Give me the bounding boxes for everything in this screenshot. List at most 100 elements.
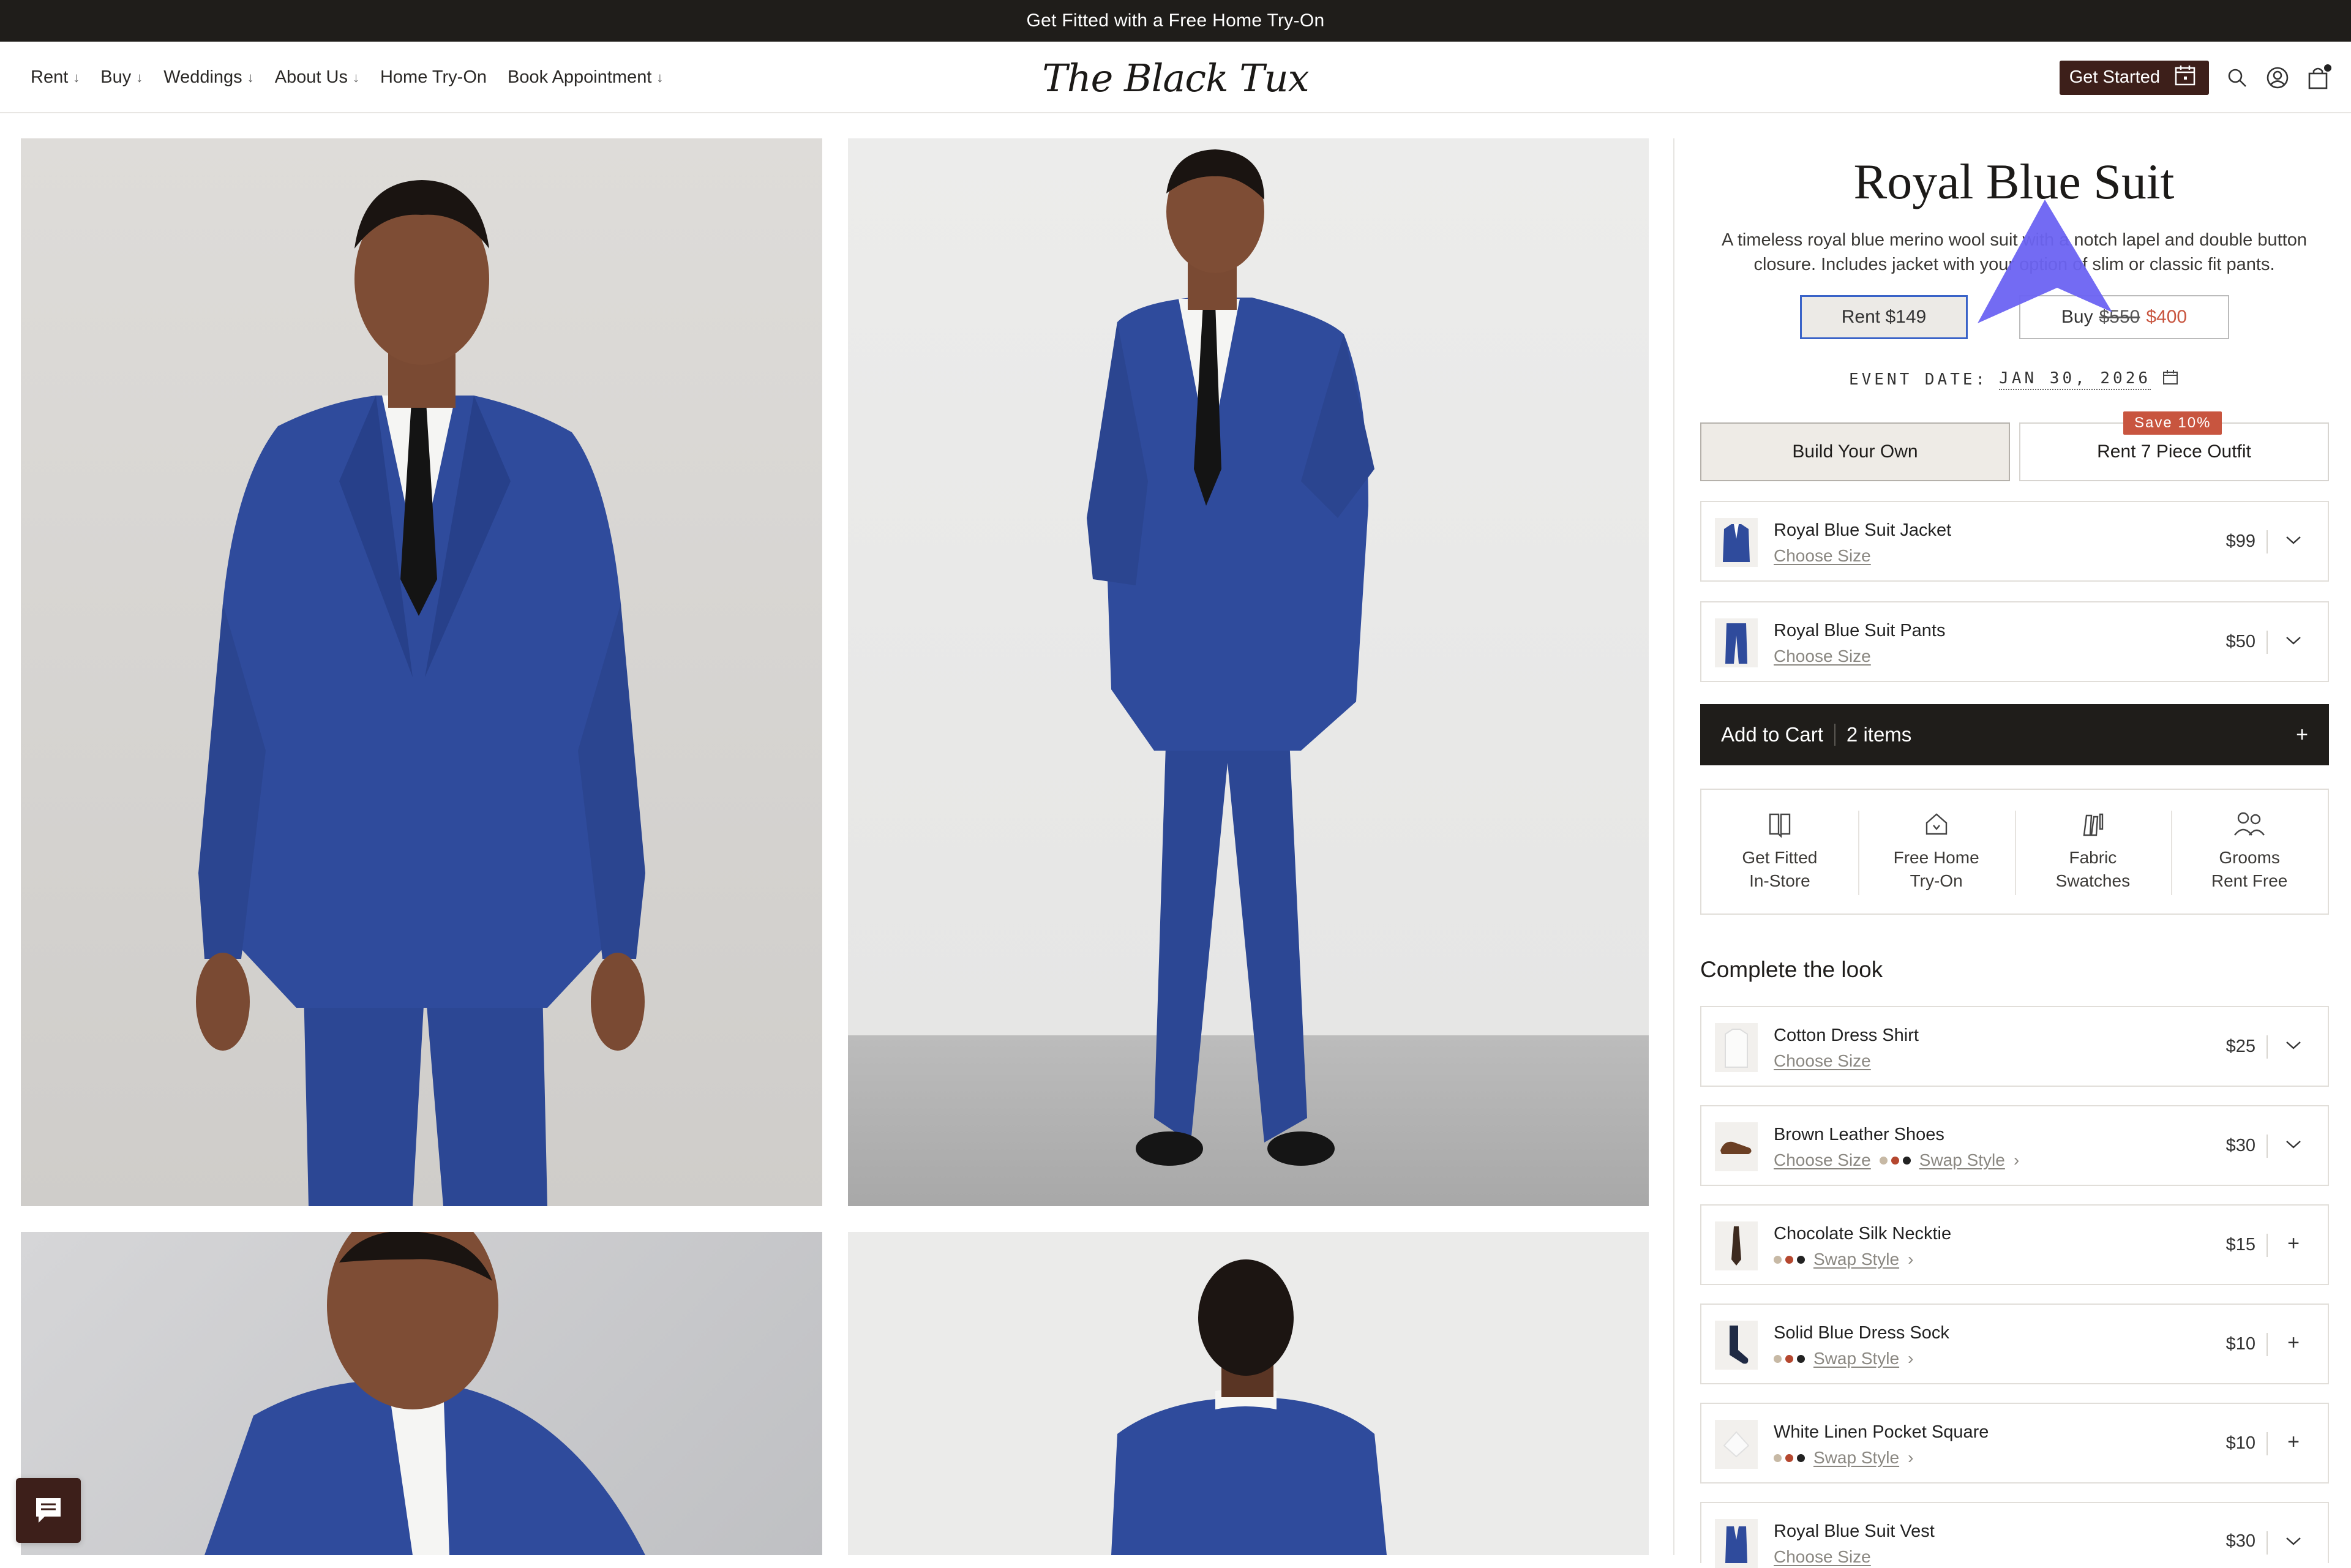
- rent-option-button[interactable]: Rent $149: [1800, 295, 1968, 339]
- choose-size-link[interactable]: Choose Size: [1774, 1547, 1871, 1567]
- item-name: Royal Blue Suit Pants: [1774, 621, 1946, 640]
- plus-icon[interactable]: +: [2280, 1230, 2307, 1257]
- item-sub: Choose Size: [1774, 546, 1871, 566]
- look-item-leather-shoes[interactable]: Brown Leather Shoes Choose Size Swap Sty…: [1700, 1105, 2329, 1186]
- item-divider: [2267, 530, 2268, 553]
- outfit-item-jacket[interactable]: Royal Blue Suit Jacket Choose Size $99: [1700, 501, 2329, 582]
- item-name: Brown Leather Shoes: [1774, 1125, 1944, 1144]
- chevron-down-icon: ↓: [247, 69, 254, 85]
- outfit-item-pants[interactable]: Royal Blue Suit Pants Choose Size $50: [1700, 601, 2329, 682]
- chevron-down-icon: ↓: [73, 69, 80, 85]
- announcement-bar[interactable]: Get Fitted with a Free Home Try-On: [0, 0, 2351, 42]
- chevron-down-icon: ↓: [352, 69, 359, 85]
- chevron-down-icon[interactable]: [2280, 1528, 2307, 1555]
- item-divider: [2267, 631, 2268, 654]
- chevron-down-icon[interactable]: [2280, 1131, 2307, 1158]
- item-price: $15: [2225, 1235, 2255, 1255]
- pocket-square-thumbnail: [1715, 1420, 1758, 1469]
- item-price: $10: [2225, 1334, 2255, 1354]
- shoes-thumbnail: [1715, 1122, 1758, 1171]
- item-divider: [2267, 1432, 2268, 1455]
- perk-line: Get Fitted: [1742, 848, 1818, 867]
- buy-sale-price: $400: [2146, 307, 2188, 327]
- nav-buy[interactable]: Buy ↓: [100, 67, 143, 88]
- mouse-cursor: [1978, 200, 2112, 323]
- look-item-dress-sock[interactable]: Solid Blue Dress Sock Swap Style › $10 +: [1700, 1304, 2329, 1384]
- home-icon: [1925, 813, 1947, 835]
- item-sub: Choose Size: [1774, 647, 1871, 666]
- calendar-edit-icon[interactable]: [2162, 369, 2179, 390]
- item-divider: [2267, 1135, 2268, 1158]
- nav-label: Weddings: [163, 67, 242, 87]
- product-photo-closeup[interactable]: [21, 1232, 822, 1555]
- perk-get-fitted[interactable]: Get Fitted In-Store: [1701, 790, 1858, 913]
- item-sub: Swap Style ›: [1774, 1250, 1913, 1269]
- nav-home-try-on[interactable]: Home Try-On: [380, 67, 487, 88]
- item-divider: [2267, 1035, 2268, 1059]
- chevron-right-icon: ›: [2013, 1150, 2020, 1169]
- chevron-down-icon[interactable]: [2280, 527, 2307, 553]
- vest-thumbnail: [1715, 1519, 1758, 1568]
- perk-home-try-on[interactable]: Free Home Try-On: [1858, 790, 2015, 913]
- choose-size-link[interactable]: Choose Size: [1774, 647, 1871, 666]
- store-icon: [1769, 813, 1791, 838]
- item-name: Royal Blue Suit Jacket: [1774, 520, 1952, 540]
- add-to-cart-label: Add to Cart: [1721, 723, 1823, 746]
- chat-widget-button[interactable]: [16, 1478, 81, 1543]
- look-item-pocket-square[interactable]: White Linen Pocket Square Swap Style › $…: [1700, 1403, 2329, 1484]
- item-price: $30: [2225, 1531, 2255, 1551]
- swap-style-link[interactable]: Swap Style: [1919, 1150, 2005, 1170]
- choose-size-link[interactable]: Choose Size: [1774, 1150, 1871, 1170]
- search-icon[interactable]: [2225, 66, 2249, 90]
- look-item-dress-shirt[interactable]: Cotton Dress Shirt Choose Size $25: [1700, 1006, 2329, 1087]
- nav-rent[interactable]: Rent ↓: [31, 67, 80, 88]
- look-item-necktie[interactable]: Chocolate Silk Necktie Swap Style › $15 …: [1700, 1204, 2329, 1285]
- item-price: $25: [2225, 1037, 2255, 1056]
- complete-the-look-heading: Complete the look: [1700, 957, 1883, 982]
- item-divider: [2267, 1333, 2268, 1356]
- color-swatches[interactable]: [1879, 1156, 1911, 1165]
- color-swatches[interactable]: [1774, 1454, 1805, 1462]
- product-photo-front[interactable]: [21, 138, 822, 1206]
- brand-logo[interactable]: The Black Tux: [1041, 50, 1310, 105]
- event-date-value[interactable]: JAN 30, 2026: [1999, 369, 2151, 390]
- choose-size-link[interactable]: Choose Size: [1774, 1051, 1871, 1071]
- swap-style-link[interactable]: Swap Style: [1813, 1349, 1899, 1368]
- chevron-down-icon[interactable]: [2280, 1032, 2307, 1059]
- plus-icon: +: [2296, 722, 2308, 746]
- item-sub: Swap Style ›: [1774, 1448, 1913, 1468]
- item-price: $30: [2225, 1136, 2255, 1155]
- nav-book-appointment[interactable]: Book Appointment ↓: [508, 67, 663, 88]
- product-photo-pose[interactable]: [848, 138, 1649, 1206]
- cart-bag-icon[interactable]: [2306, 64, 2331, 90]
- perk-fabric-swatches[interactable]: Fabric Swatches: [2014, 790, 2172, 913]
- chevron-down-icon[interactable]: [2280, 627, 2307, 654]
- cart-item-count: 2 items: [1846, 723, 1912, 746]
- plus-icon[interactable]: +: [2280, 1329, 2307, 1356]
- pants-thumbnail: [1715, 618, 1758, 667]
- item-sub: Choose Size: [1774, 1547, 1871, 1567]
- add-to-cart-button[interactable]: Add to Cart 2 items +: [1700, 704, 2329, 765]
- color-swatches[interactable]: [1774, 1255, 1805, 1264]
- choose-size-link[interactable]: Choose Size: [1774, 546, 1871, 566]
- plus-icon[interactable]: +: [2280, 1428, 2307, 1455]
- nav-weddings[interactable]: Weddings ↓: [163, 67, 253, 88]
- get-started-button[interactable]: Get Started: [2059, 60, 2209, 95]
- swap-style-link[interactable]: Swap Style: [1813, 1448, 1899, 1468]
- nav-about-us[interactable]: About Us ↓: [275, 67, 359, 88]
- perk-line: In-Store: [1749, 871, 1810, 890]
- chevron-right-icon: ›: [1908, 1250, 1914, 1269]
- header-actions: Get Started: [2059, 42, 2331, 113]
- color-swatches[interactable]: [1774, 1354, 1805, 1363]
- perk-grooms-rent-free[interactable]: Grooms Rent Free: [2171, 790, 2328, 913]
- item-name: Chocolate Silk Necktie: [1774, 1224, 1952, 1244]
- necktie-thumbnail: [1715, 1221, 1758, 1270]
- item-name: Cotton Dress Shirt: [1774, 1026, 1919, 1045]
- panel-divider: [1673, 138, 1674, 1555]
- product-photo-back[interactable]: [848, 1232, 1649, 1555]
- item-price: $50: [2225, 632, 2255, 651]
- swap-style-link[interactable]: Swap Style: [1813, 1250, 1899, 1269]
- build-your-own-tab[interactable]: Build Your Own: [1700, 422, 2010, 481]
- account-icon[interactable]: [2265, 66, 2290, 90]
- look-item-suit-vest[interactable]: Royal Blue Suit Vest Choose Size $30: [1700, 1502, 2329, 1568]
